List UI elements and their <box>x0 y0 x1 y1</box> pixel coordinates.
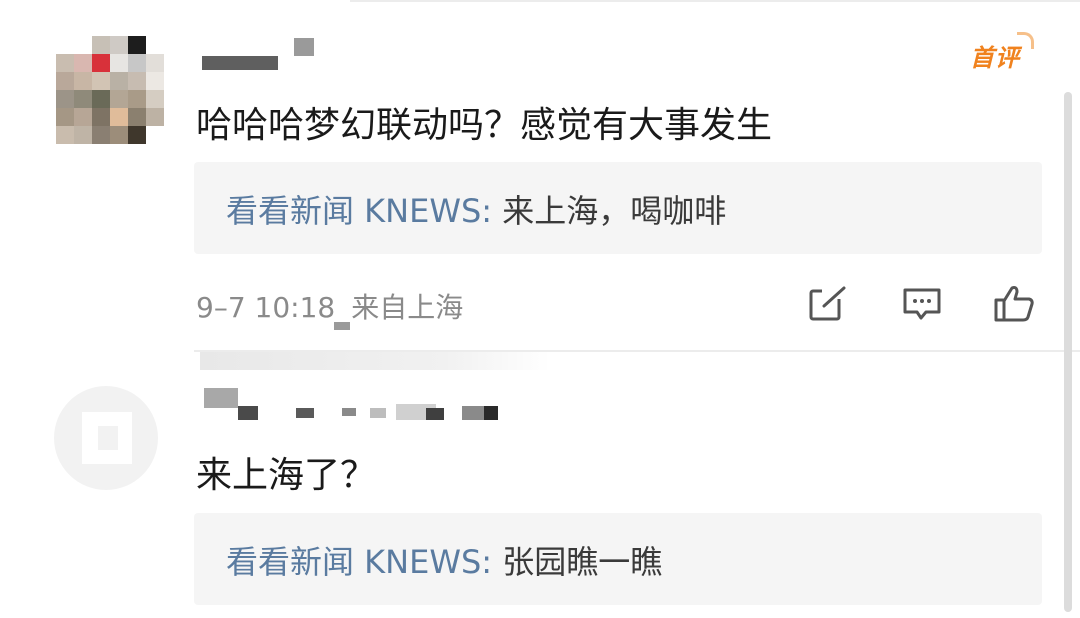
reply-content: 张园瞧一瞧 <box>502 543 663 581</box>
username-redacted[interactable] <box>200 36 320 76</box>
reply-content: 来上海，喝咖啡 <box>502 192 727 230</box>
avatar[interactable] <box>56 36 164 144</box>
redaction-smudge <box>334 322 350 330</box>
redaction-smudge <box>200 352 550 370</box>
reply-line: 看看新闻 KNEWS: 张园瞧一瞧 <box>226 537 662 583</box>
top-divider <box>350 0 1080 2</box>
comment-location: 来自上海 <box>351 291 464 324</box>
comment-text: 来上海了？ <box>196 455 377 496</box>
edit-icon[interactable] <box>806 282 850 326</box>
first-comment-badge: 首评 <box>970 32 1034 73</box>
comment-text: 哈哈哈梦幻联动吗？感觉有大事发生 <box>196 105 773 146</box>
reply-separator: : <box>481 543 493 581</box>
reply-author[interactable]: 看看新闻 KNEWS <box>226 543 481 581</box>
avatar[interactable] <box>54 386 158 490</box>
username-redacted[interactable] <box>200 386 510 426</box>
reply-line: 看看新闻 KNEWS: 来上海，喝咖啡 <box>226 186 726 232</box>
comment-time: 9–7 10:18 <box>196 291 336 324</box>
reply-separator: : <box>481 192 493 230</box>
reply-icon[interactable] <box>900 282 944 326</box>
reply-box[interactable]: 看看新闻 KNEWS: 张园瞧一瞧 <box>194 513 1042 605</box>
reply-author[interactable]: 看看新闻 KNEWS <box>226 192 481 230</box>
comment-meta: 9–7 10:18 来自上海 <box>196 286 463 326</box>
scrollbar[interactable] <box>1064 92 1072 612</box>
reply-box[interactable]: 看看新闻 KNEWS: 来上海，喝咖啡 <box>194 162 1042 254</box>
like-icon[interactable] <box>992 282 1036 326</box>
